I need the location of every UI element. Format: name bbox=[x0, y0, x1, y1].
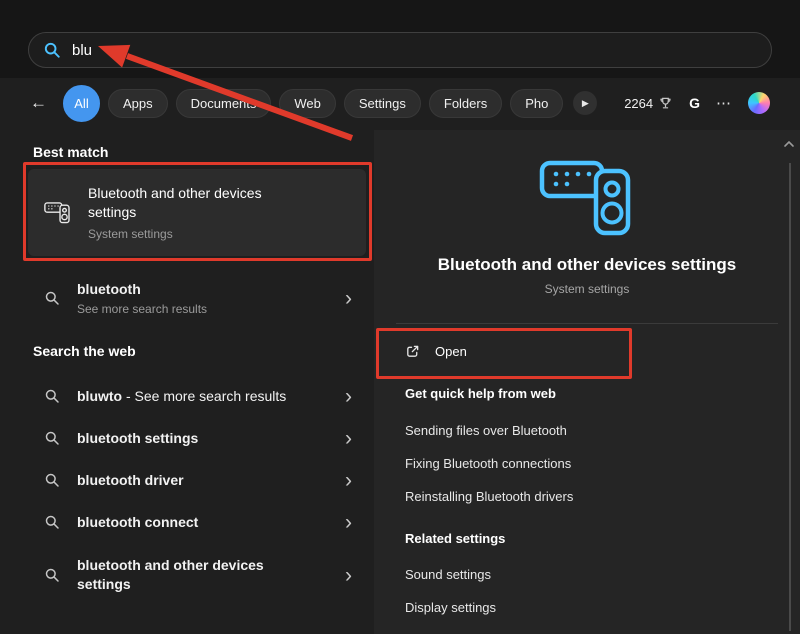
tab-documents[interactable]: Documents bbox=[176, 89, 272, 118]
rewards-count: 2264 bbox=[624, 96, 653, 111]
related-link[interactable]: Sound settings bbox=[405, 567, 800, 583]
annotation-rect-open bbox=[376, 328, 632, 379]
web-result-text: bluwto - See more search results bbox=[77, 387, 299, 406]
see-more-subtitle: See more search results bbox=[77, 302, 299, 316]
see-more-title: bluetooth bbox=[77, 280, 299, 298]
scroll-up-icon[interactable] bbox=[783, 139, 795, 149]
help-link[interactable]: Reinstalling Bluetooth drivers bbox=[405, 489, 800, 505]
search-result-icon bbox=[44, 514, 60, 530]
back-button[interactable]: ← bbox=[30, 93, 47, 113]
web-result-text: bluetooth and other devices settings bbox=[77, 556, 299, 594]
web-result-row[interactable]: bluetooth driver › bbox=[28, 460, 366, 500]
rewards-button[interactable]: 2264 bbox=[624, 96, 673, 111]
topbar-right-cluster: 2264 G ⋯ bbox=[624, 92, 770, 114]
web-result-row[interactable]: bluetooth and other devices settings › bbox=[28, 547, 366, 603]
preview-title: Bluetooth and other devices settings bbox=[374, 255, 800, 275]
windows-search-flyout: ← All Apps Documents Web Settings Folder… bbox=[0, 0, 800, 634]
copilot-icon[interactable] bbox=[748, 92, 770, 114]
chevron-right-icon: › bbox=[345, 512, 352, 533]
filter-bar: ← All Apps Documents Web Settings Folder… bbox=[0, 82, 800, 124]
search-the-web-header: Search the web bbox=[33, 343, 136, 359]
web-result-text: bluetooth driver bbox=[77, 471, 299, 490]
chevron-right-icon: › bbox=[345, 565, 352, 586]
see-more-result[interactable]: bluetooth See more search results › bbox=[28, 272, 366, 324]
web-result-query: bluetooth and other devices settings bbox=[77, 557, 264, 592]
tab-web[interactable]: Web bbox=[279, 89, 336, 118]
web-result-text: bluetooth connect bbox=[77, 513, 299, 532]
rewards-trophy-icon bbox=[658, 96, 673, 111]
more-options-button[interactable]: ⋯ bbox=[716, 94, 732, 112]
more-filters-button[interactable]: ▶ bbox=[573, 91, 597, 115]
related-link[interactable]: Display settings bbox=[405, 600, 800, 616]
see-more-text: bluetooth See more search results bbox=[77, 280, 299, 315]
web-result-suffix: - See more search results bbox=[122, 388, 286, 404]
chevron-right-icon: › bbox=[345, 428, 352, 449]
help-link[interactable]: Fixing Bluetooth connections bbox=[405, 456, 800, 472]
quick-help-header: Get quick help from web bbox=[405, 386, 800, 401]
divider bbox=[396, 323, 778, 324]
chevron-right-icon: › bbox=[345, 470, 352, 491]
tab-all[interactable]: All bbox=[63, 85, 100, 122]
preview-panel: Bluetooth and other devices settings Sys… bbox=[374, 130, 800, 634]
annotation-rect-best-match bbox=[23, 162, 372, 261]
search-result-icon bbox=[44, 567, 60, 583]
preview-subtitle: System settings bbox=[374, 282, 800, 296]
web-result-query: bluetooth driver bbox=[77, 472, 184, 488]
bluetooth-devices-large-icon bbox=[539, 156, 635, 243]
google-button[interactable]: G bbox=[689, 95, 700, 111]
web-result-text: bluetooth settings bbox=[77, 429, 299, 448]
web-result-query: bluetooth settings bbox=[77, 430, 198, 446]
best-match-header: Best match bbox=[33, 144, 108, 160]
web-result-query: bluetooth connect bbox=[77, 514, 198, 530]
web-result-row[interactable]: bluwto - See more search results › bbox=[28, 376, 366, 416]
scrollbar[interactable] bbox=[789, 163, 791, 631]
tab-apps[interactable]: Apps bbox=[108, 89, 168, 118]
search-area bbox=[0, 0, 800, 78]
search-icon bbox=[43, 41, 61, 59]
web-result-row[interactable]: bluetooth connect › bbox=[28, 502, 366, 542]
chevron-right-icon: › bbox=[345, 386, 352, 407]
web-result-row[interactable]: bluetooth settings › bbox=[28, 418, 366, 458]
search-bar[interactable] bbox=[28, 32, 772, 68]
search-input[interactable] bbox=[72, 42, 757, 59]
chevron-right-icon: › bbox=[345, 288, 352, 309]
search-result-icon bbox=[44, 472, 60, 488]
search-result-icon bbox=[44, 388, 60, 404]
tab-settings[interactable]: Settings bbox=[344, 89, 421, 118]
search-result-icon bbox=[44, 290, 60, 306]
search-result-icon bbox=[44, 430, 60, 446]
tab-folders[interactable]: Folders bbox=[429, 89, 502, 118]
help-link[interactable]: Sending files over Bluetooth bbox=[405, 423, 800, 439]
tab-photos[interactable]: Pho bbox=[510, 89, 563, 118]
related-settings-header: Related settings bbox=[405, 531, 800, 546]
web-result-query: bluwto bbox=[77, 388, 122, 404]
